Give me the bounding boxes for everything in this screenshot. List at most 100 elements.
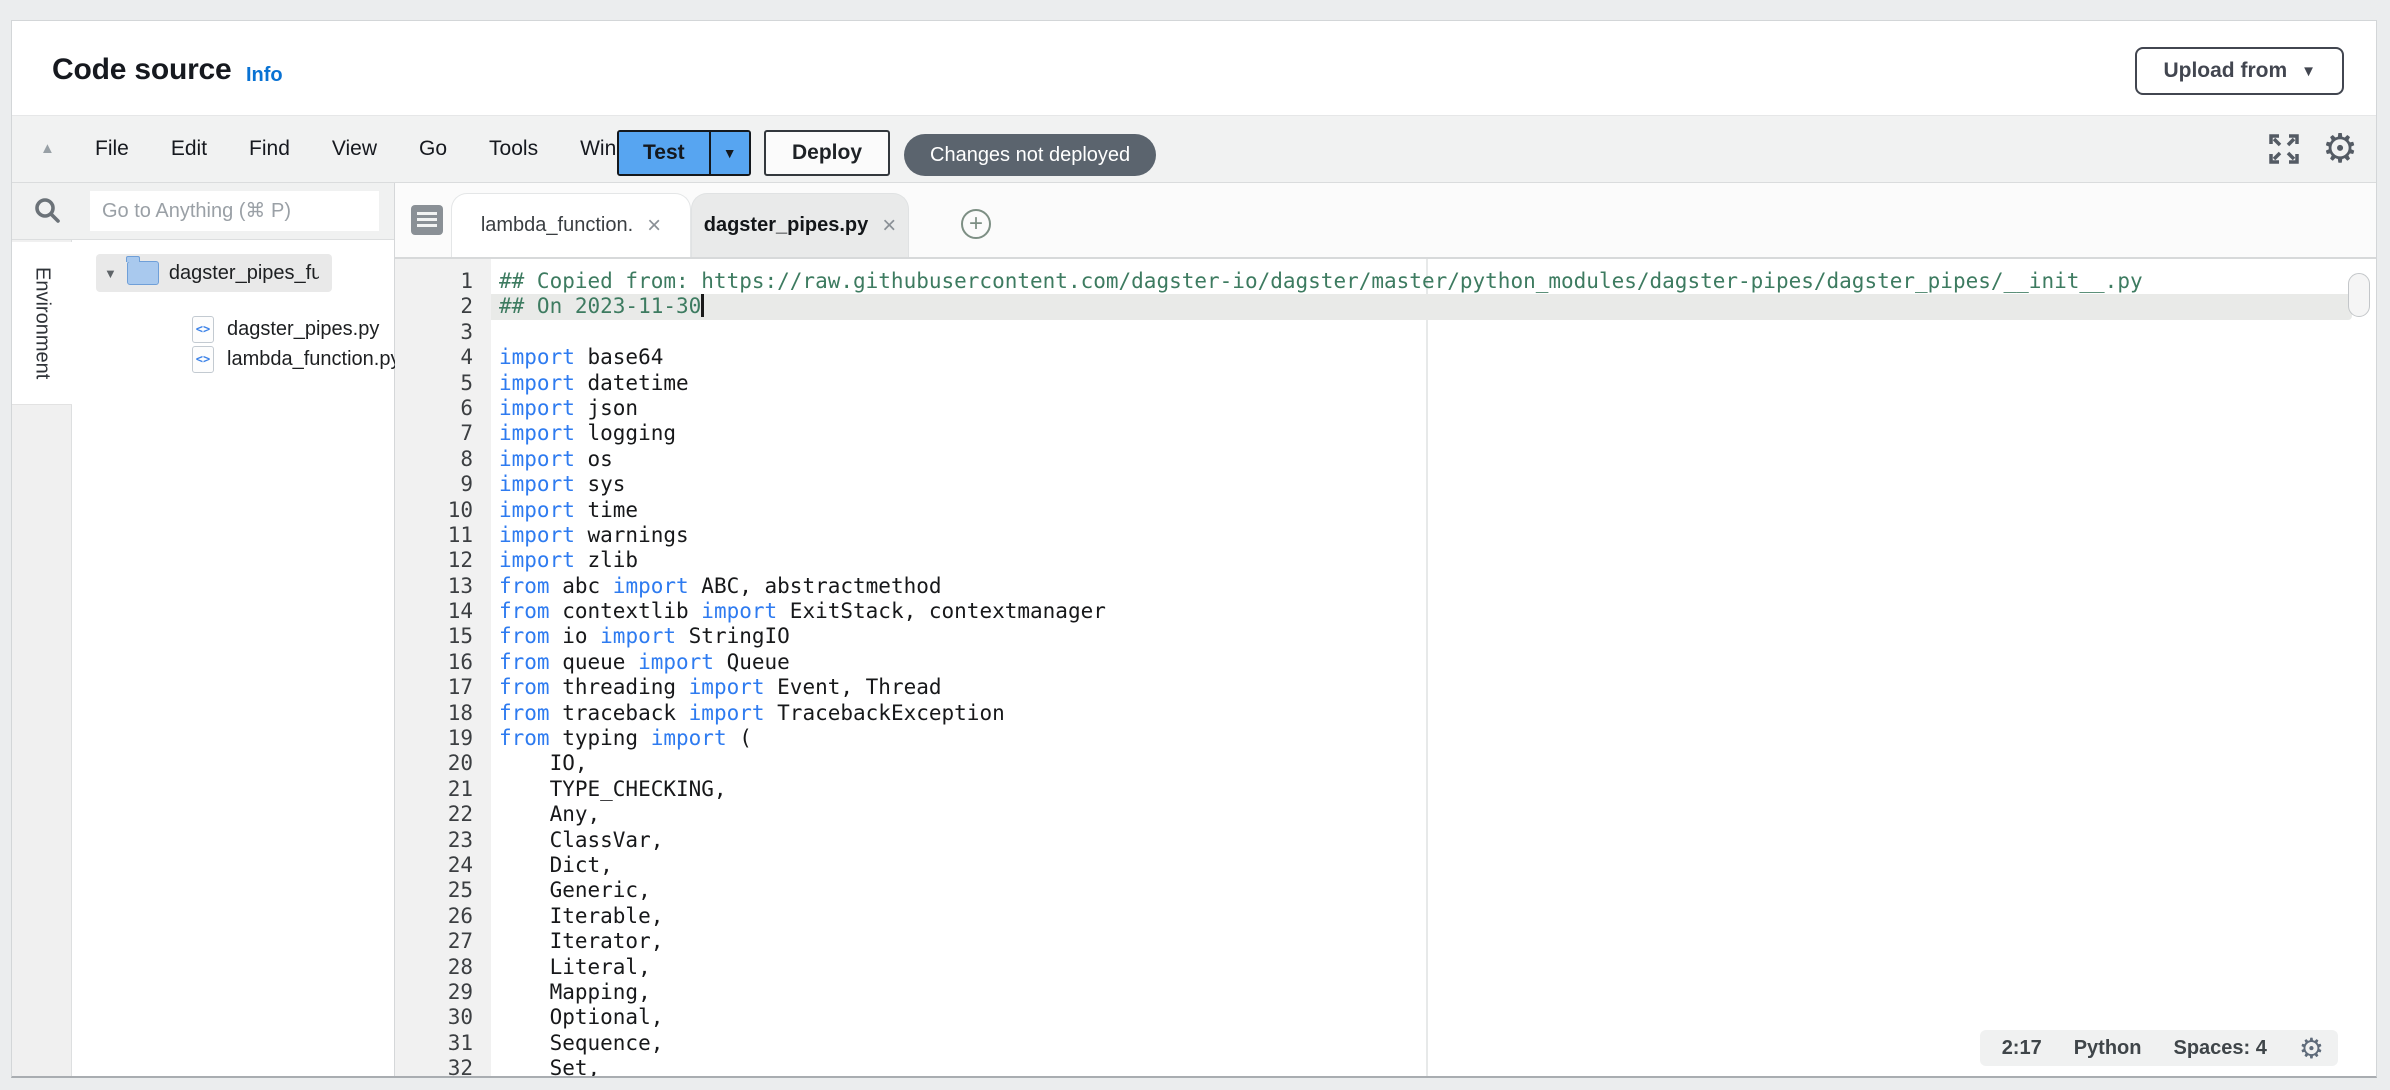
code-line[interactable]: from threading import Event, Thread xyxy=(499,675,2376,700)
line-number-gutter: 1234567891011121314151617181920212223242… xyxy=(395,259,491,1076)
code-line[interactable]: Optional, xyxy=(499,1005,2376,1030)
code-line[interactable]: import base64 xyxy=(499,345,2376,370)
menu-item-file[interactable]: File xyxy=(74,137,150,161)
language-mode[interactable]: Python xyxy=(2074,1037,2142,1060)
line-number: 15 xyxy=(395,624,491,649)
line-number: 28 xyxy=(395,955,491,980)
tab-lambda-function[interactable]: lambda_function. × xyxy=(451,193,691,257)
folder-label: dagster_pipes_funct xyxy=(169,262,319,285)
vertical-scrollbar[interactable] xyxy=(2348,267,2372,1068)
code-line[interactable]: import zlib xyxy=(499,548,2376,573)
code-line[interactable]: Iterable, xyxy=(499,904,2376,929)
tree-folder-row[interactable]: ▼ dagster_pipes_funct xyxy=(96,254,332,292)
code-line[interactable]: import json xyxy=(499,396,2376,421)
chevron-down-icon: ▼ xyxy=(2301,64,2316,79)
code-line[interactable]: Literal, xyxy=(499,955,2376,980)
status-bar-gear-icon[interactable]: ⚙ xyxy=(2299,1032,2324,1065)
menu-bar-icons: ⚙ xyxy=(2268,116,2358,182)
menu-item-tools[interactable]: Tools xyxy=(468,137,559,161)
line-number: 10 xyxy=(395,498,491,523)
code-line[interactable]: from queue import Queue xyxy=(499,650,2376,675)
tree-file-row[interactable]: <>lambda_function.py xyxy=(192,344,400,374)
line-number: 16 xyxy=(395,650,491,675)
test-split-button[interactable]: Test ▼ xyxy=(617,130,751,176)
deploy-status-badge: Changes not deployed xyxy=(904,134,1156,176)
code-line[interactable]: import sys xyxy=(499,472,2376,497)
line-number: 7 xyxy=(395,421,491,446)
line-number: 26 xyxy=(395,904,491,929)
code-line[interactable]: from abc import ABC, abstractmethod xyxy=(499,574,2376,599)
code-line[interactable]: Dict, xyxy=(499,853,2376,878)
line-number: 19 xyxy=(395,726,491,751)
close-tab-icon[interactable]: × xyxy=(647,214,661,238)
line-number: 14 xyxy=(395,599,491,624)
line-number: 20 xyxy=(395,751,491,776)
code-line[interactable] xyxy=(499,320,2376,345)
tab-label: dagster_pipes.py xyxy=(704,214,869,237)
code-line[interactable]: import warnings xyxy=(499,523,2376,548)
line-number: 23 xyxy=(395,828,491,853)
tree-file-row[interactable]: <> dagster_pipes.py xyxy=(192,314,379,344)
test-button-label[interactable]: Test xyxy=(619,132,709,174)
panel-header: Code source Info Upload from ▼ xyxy=(12,21,2376,115)
page-title: Code source xyxy=(52,53,232,87)
file-label: dagster_pipes.py xyxy=(227,318,379,341)
menu-items: FileEditFindViewGoToolsWindow xyxy=(74,116,676,182)
fullscreen-icon[interactable] xyxy=(2268,133,2300,165)
menu-item-edit[interactable]: Edit xyxy=(150,137,228,161)
code-line[interactable]: ## On 2023-11-30 xyxy=(499,294,2376,319)
menu-item-find[interactable]: Find xyxy=(228,137,311,161)
code-line[interactable]: Mapping, xyxy=(499,980,2376,1005)
tab-list-icon[interactable] xyxy=(411,205,443,235)
line-number: 21 xyxy=(395,777,491,802)
menu-item-view[interactable]: View xyxy=(311,137,398,161)
line-number: 29 xyxy=(395,980,491,1005)
folder-expander-icon[interactable]: ▼ xyxy=(104,266,117,281)
upload-from-button[interactable]: Upload from ▼ xyxy=(2135,47,2344,95)
file-tree: ▼ dagster_pipes_funct ⚙ ▼ <>dagster_pipe… xyxy=(72,240,394,1076)
code-line[interactable]: import os xyxy=(499,447,2376,472)
settings-gear-icon[interactable]: ⚙ xyxy=(2322,129,2358,169)
code-line[interactable]: from traceback import TracebackException xyxy=(499,701,2376,726)
deploy-button[interactable]: Deploy xyxy=(764,130,890,176)
code-line[interactable]: from contextlib import ExitStack, contex… xyxy=(499,599,2376,624)
code-line[interactable]: ## Copied from: https://raw.githubuserco… xyxy=(499,269,2376,294)
environment-tab[interactable]: Environment xyxy=(12,242,72,405)
environment-tab-strip: Environment xyxy=(12,240,72,1076)
code-line[interactable]: TYPE_CHECKING, xyxy=(499,777,2376,802)
code-line[interactable]: ClassVar, xyxy=(499,828,2376,853)
python-file-icon: <> xyxy=(192,316,214,343)
code-line[interactable]: IO, xyxy=(499,751,2376,776)
close-tab-icon[interactable]: × xyxy=(882,214,896,238)
code-editor[interactable]: 1234567891011121314151617181920212223242… xyxy=(395,259,2376,1076)
go-to-anything-input[interactable] xyxy=(90,191,379,231)
tab-size-setting[interactable]: Spaces: 4 xyxy=(2174,1037,2267,1060)
cursor-position[interactable]: 2:17 xyxy=(2002,1037,2042,1060)
line-number: 32 xyxy=(395,1056,491,1076)
code-line[interactable]: from typing import ( xyxy=(499,726,2376,751)
code-lines[interactable]: ## Copied from: https://raw.githubuserco… xyxy=(491,259,2376,1076)
line-number: 27 xyxy=(395,929,491,954)
code-line[interactable]: import datetime xyxy=(499,371,2376,396)
code-line[interactable]: import time xyxy=(499,498,2376,523)
scrollbar-thumb[interactable] xyxy=(2348,273,2370,317)
code-line[interactable]: Any, xyxy=(499,802,2376,827)
code-line[interactable]: from io import StringIO xyxy=(499,624,2376,649)
tab-bar: lambda_function. × dagster_pipes.py × + xyxy=(395,183,2376,259)
menu-item-go[interactable]: Go xyxy=(398,137,468,161)
code-line[interactable]: import logging xyxy=(499,421,2376,446)
info-link[interactable]: Info xyxy=(246,64,283,87)
test-dropdown-caret-icon[interactable]: ▼ xyxy=(709,132,749,174)
tab-dagster-pipes[interactable]: dagster_pipes.py × xyxy=(691,193,909,257)
collapse-panel-icon[interactable]: ▲ xyxy=(40,140,55,157)
code-line[interactable]: Iterator, xyxy=(499,929,2376,954)
line-number: 6 xyxy=(395,396,491,421)
line-number: 4 xyxy=(395,345,491,370)
line-number: 9 xyxy=(395,472,491,497)
sidebar: Environment ▼ dagster_pipes_funct ⚙ ▼ <>… xyxy=(12,183,395,1076)
new-tab-button[interactable]: + xyxy=(961,209,991,239)
code-line[interactable]: Generic, xyxy=(499,878,2376,903)
folder-icon xyxy=(127,261,159,285)
search-row xyxy=(12,183,394,240)
file-label: lambda_function.py xyxy=(227,348,400,371)
